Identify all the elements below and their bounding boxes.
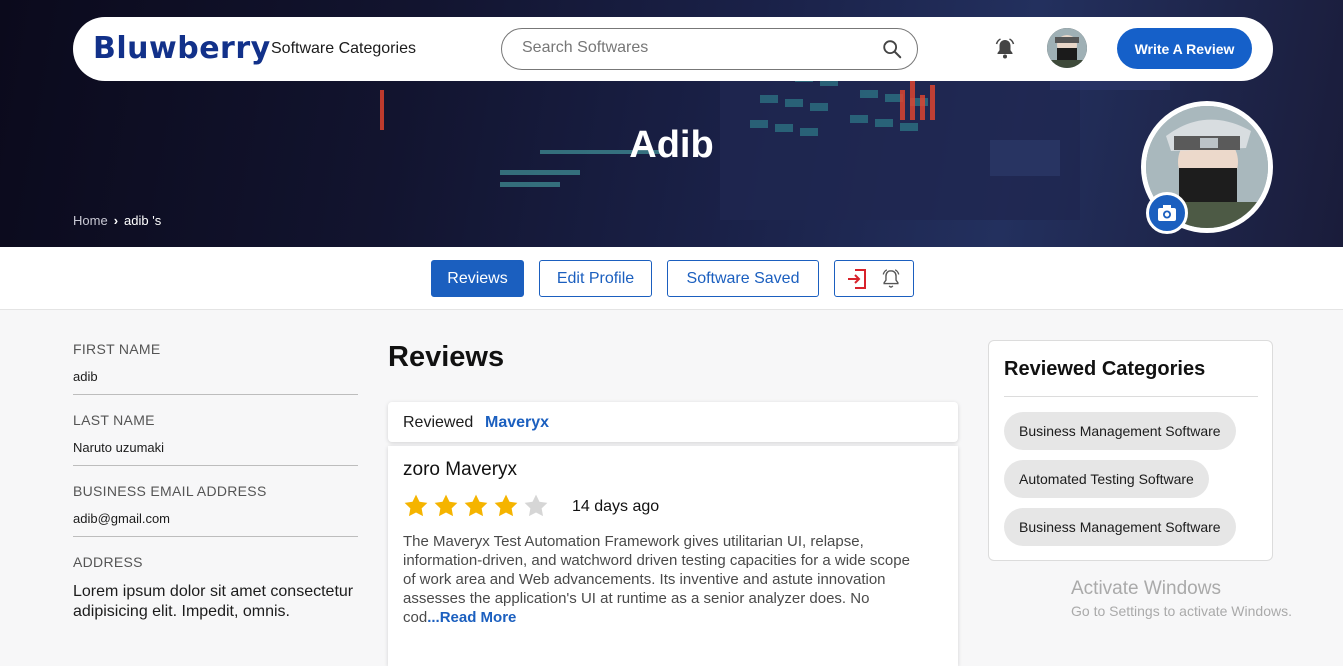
breadcrumb-home[interactable]: Home bbox=[73, 213, 108, 228]
review-title: zoro Maveryx bbox=[403, 459, 518, 480]
brand-logo[interactable]: Bluwberry bbox=[93, 31, 271, 66]
breadcrumb: Home › adib 's bbox=[73, 213, 161, 228]
write-review-button[interactable]: Write A Review bbox=[1117, 28, 1252, 69]
review-body: The Maveryx Test Automation Framework gi… bbox=[403, 532, 923, 627]
read-more-link[interactable]: ...Read More bbox=[427, 609, 516, 626]
profile-tab-bar: Reviews Edit Profile Software Saved bbox=[0, 247, 1343, 310]
last-name-value: Naruto uzumaki bbox=[73, 440, 165, 455]
reviewed-categories-heading: Reviewed Categories bbox=[1004, 358, 1206, 380]
change-photo-button[interactable] bbox=[1146, 192, 1188, 234]
tab-edit-profile[interactable]: Edit Profile bbox=[539, 260, 652, 297]
chevron-right-icon: › bbox=[113, 213, 119, 228]
star-filled-icon bbox=[464, 494, 488, 517]
reviewed-categories-card: Reviewed Categories Business Management … bbox=[988, 340, 1273, 561]
user-avatar[interactable] bbox=[1047, 28, 1087, 68]
email-label: BUSINESS EMAIL ADDRESS bbox=[73, 483, 267, 499]
divider bbox=[1004, 396, 1258, 397]
watermark-title: Activate Windows bbox=[1071, 578, 1221, 599]
address-label: ADDRESS bbox=[73, 554, 143, 570]
category-chip[interactable]: Business Management Software bbox=[1004, 412, 1236, 450]
star-filled-icon bbox=[404, 494, 428, 517]
tab-software-saved[interactable]: Software Saved bbox=[667, 260, 819, 297]
search-input[interactable] bbox=[522, 39, 862, 57]
top-navbar: Bluwberry Software Categories Write bbox=[73, 17, 1273, 81]
tab-reviews[interactable]: Reviews bbox=[431, 260, 524, 297]
reviewed-product-link[interactable]: Maveryx bbox=[485, 414, 549, 432]
watermark-subtitle: Go to Settings to activate Windows. bbox=[1071, 603, 1292, 619]
address-value: Lorem ipsum dolor sit amet consectetur a… bbox=[73, 583, 354, 620]
email-field: BUSINESS EMAIL ADDRESS adib@gmail.com bbox=[73, 483, 358, 526]
bell-icon[interactable] bbox=[993, 37, 1017, 61]
avatar-image bbox=[1047, 28, 1087, 68]
tab-icon-group bbox=[834, 260, 914, 297]
bell-outline-icon[interactable] bbox=[880, 268, 902, 290]
star-filled-icon bbox=[434, 494, 458, 517]
divider bbox=[73, 536, 358, 537]
last-name-field: LAST NAME Naruto uzumaki bbox=[73, 412, 358, 455]
activate-windows-watermark: Activate Windows Go to Settings to activ… bbox=[1071, 578, 1292, 619]
reviewed-label: Reviewed bbox=[403, 414, 474, 431]
search-bar bbox=[501, 28, 918, 70]
divider bbox=[73, 394, 358, 395]
last-name-label: LAST NAME bbox=[73, 412, 155, 428]
divider bbox=[73, 465, 358, 466]
category-chip[interactable]: Business Management Software bbox=[1004, 508, 1236, 546]
review-time: 14 days ago bbox=[572, 498, 660, 515]
address-field: ADDRESS Lorem ipsum dolor sit amet conse… bbox=[73, 554, 358, 622]
software-categories-link[interactable]: Software Categories bbox=[271, 40, 416, 58]
email-value: adib@gmail.com bbox=[73, 511, 171, 526]
search-icon[interactable] bbox=[881, 38, 903, 60]
logout-icon[interactable] bbox=[846, 268, 868, 290]
hero-banner: Bluwberry Software Categories Write bbox=[0, 0, 1343, 247]
review-card: zoro Maveryx 14 days ago The Maveryx Tes… bbox=[388, 446, 958, 666]
reviews-heading: Reviews bbox=[388, 341, 505, 373]
first-name-label: FIRST NAME bbox=[73, 341, 161, 357]
category-chip[interactable]: Automated Testing Software bbox=[1004, 460, 1209, 498]
first-name-value: adib bbox=[73, 369, 98, 384]
breadcrumb-current: adib 's bbox=[124, 213, 162, 228]
review-product-header: Reviewed Maveryx bbox=[388, 402, 958, 442]
camera-icon bbox=[1158, 205, 1176, 221]
star-empty-icon bbox=[524, 494, 548, 517]
star-filled-icon bbox=[494, 494, 518, 517]
first-name-field: FIRST NAME adib bbox=[73, 341, 358, 384]
